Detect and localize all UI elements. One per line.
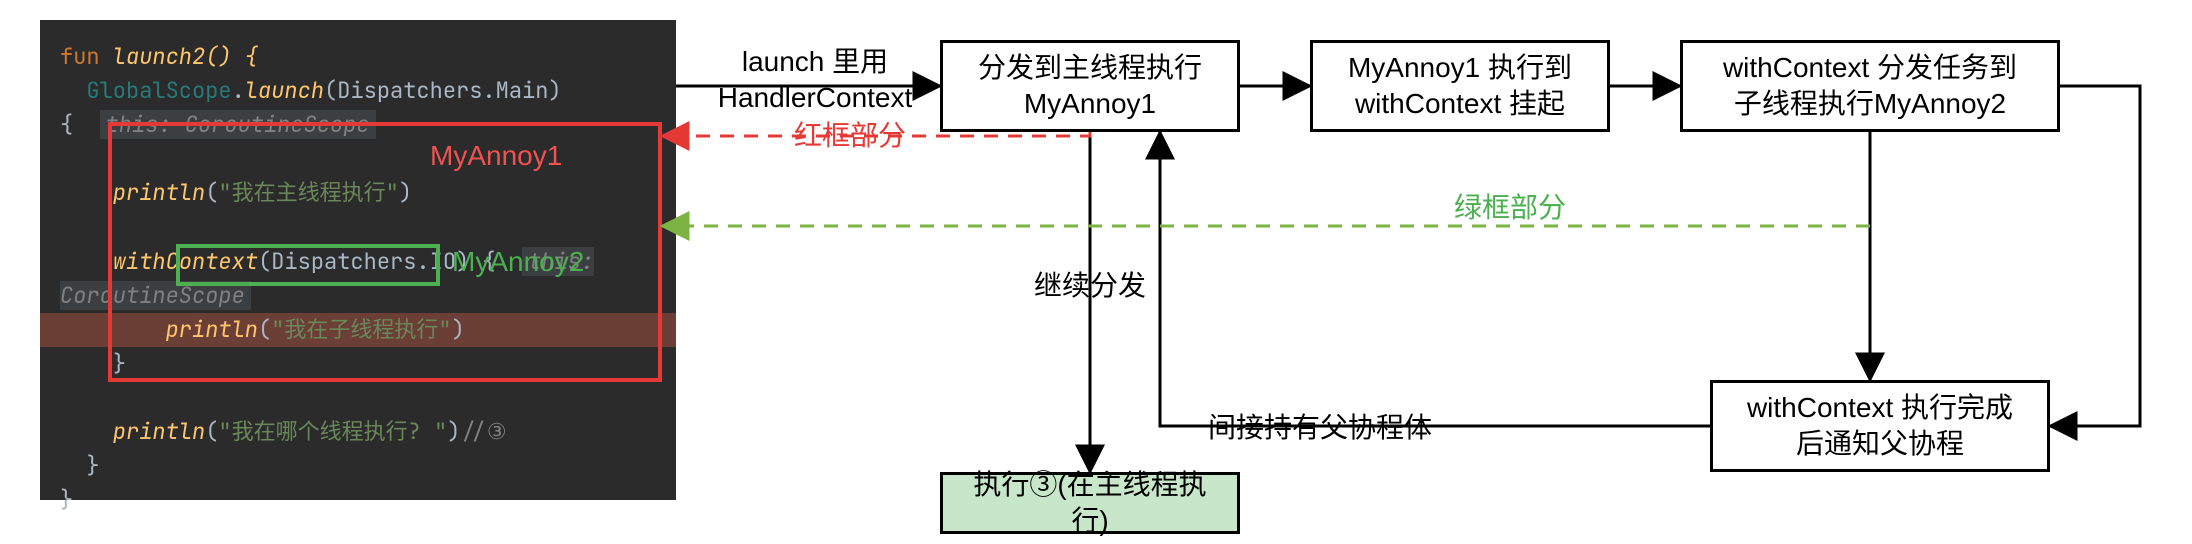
launch-call: launch: [245, 76, 324, 105]
println3: println: [113, 417, 205, 446]
n5-l1: 执行③(在主线程执行): [959, 467, 1221, 540]
label-green-part: 绿框部分: [1430, 190, 1590, 226]
n1-l2: MyAnnoy1: [1024, 86, 1156, 122]
lh-l1: launch 里用: [742, 46, 888, 77]
fn-name: launch2() {: [100, 42, 258, 71]
node-dispatch-main: 分发到主线程执行 MyAnnoy1: [940, 40, 1240, 132]
n3-l1: withContext 分发任务到: [1723, 50, 2017, 86]
label-hold-parent: 间接持有父协程体: [1200, 410, 1440, 446]
n2-l2: withContext 挂起: [1355, 86, 1565, 122]
n2-l1: MyAnnoy1 执行到: [1348, 50, 1572, 86]
str3: "我在哪个线程执行? ": [218, 417, 447, 446]
node-withcontext-done: withContext 执行完成 后通知父协程: [1710, 380, 2050, 472]
println2: println: [166, 315, 258, 344]
n4-l1: withContext 执行完成: [1747, 390, 2013, 426]
lh-l2: HandlerContext: [718, 82, 913, 113]
label-red-part: 红框部分: [770, 118, 930, 154]
annotation-myannoy2: MyAnnoy2: [452, 246, 584, 278]
close3: }: [60, 485, 73, 514]
label-continue-dispatch: 继续分发: [1030, 268, 1150, 304]
str2: "我在子线程执行": [271, 315, 451, 344]
comment3: //③: [460, 417, 506, 446]
node-withcontext-suspend: MyAnnoy1 执行到 withContext 挂起: [1310, 40, 1610, 132]
arrow-n3-to-n4: [2050, 86, 2140, 426]
globalscope: GlobalScope: [86, 76, 231, 105]
n1-l1: 分发到主线程执行: [978, 50, 1202, 86]
node-run-step3: 执行③(在主线程执行): [940, 472, 1240, 534]
kw-fun: fun: [60, 42, 100, 71]
withcontext: withContext: [113, 247, 258, 276]
println1: println: [113, 178, 205, 207]
close1: }: [113, 349, 126, 378]
n4-l2: 后通知父协程: [1796, 426, 1964, 462]
annotation-myannoy1: MyAnnoy1: [430, 140, 562, 172]
arrow-n4-to-n1: [1160, 132, 1710, 426]
str1: "我在主线程执行": [218, 178, 398, 207]
close2: }: [86, 451, 99, 480]
hint1: this: CoroutineScope: [100, 110, 376, 139]
label-launch-handler: launch 里用 HandlerContext: [700, 44, 930, 117]
diagram-root: fun launch2() { GlobalScope.launch(Dispa…: [0, 0, 2192, 544]
n3-l2: 子线程执行MyAnnoy2: [1734, 86, 2006, 122]
node-withcontext-dispatch: withContext 分发任务到 子线程执行MyAnnoy2: [1680, 40, 2060, 132]
